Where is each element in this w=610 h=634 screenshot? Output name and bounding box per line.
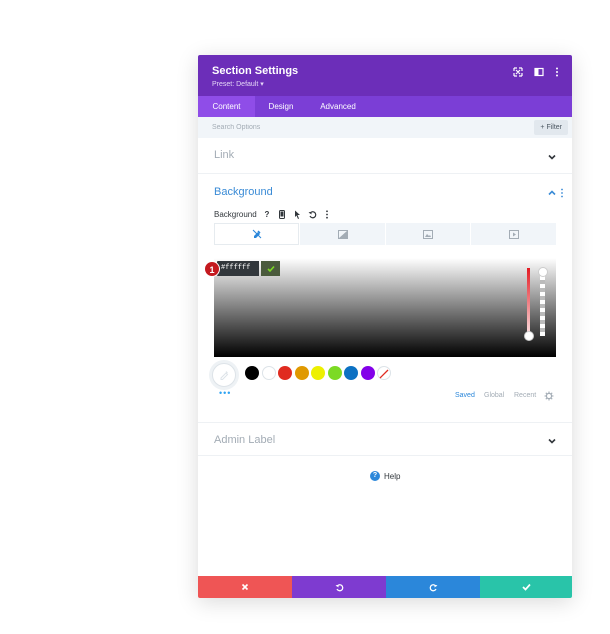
more-options-icon[interactable] <box>322 209 332 219</box>
no-color-icon <box>379 369 389 379</box>
background-toggle[interactable]: Background <box>198 174 572 200</box>
check-icon <box>266 265 275 272</box>
undo-button[interactable] <box>292 576 386 598</box>
gradient-icon <box>337 229 348 239</box>
tab-content[interactable]: Content <box>198 96 255 117</box>
preset-selector[interactable]: Preset: Default ▾ <box>212 80 264 88</box>
palette-tab-saved[interactable]: Saved <box>455 392 475 399</box>
current-color-swatch[interactable] <box>212 363 236 387</box>
help-link[interactable]: ? Help <box>370 471 400 481</box>
image-icon <box>423 229 433 239</box>
opacity-slider[interactable] <box>540 268 545 336</box>
color-swatch[interactable] <box>245 366 259 380</box>
bg-tab-video[interactable] <box>471 223 556 245</box>
cancel-button[interactable] <box>198 576 292 598</box>
redo-icon <box>429 583 437 591</box>
bg-tab-color[interactable] <box>214 223 299 245</box>
chevron-up-icon <box>548 190 556 196</box>
background-field-label: Background <box>214 210 257 219</box>
color-swatch[interactable] <box>311 366 325 380</box>
check-icon <box>521 583 531 591</box>
hex-color-input[interactable] <box>217 261 259 276</box>
section-settings-modal: Section Settings Preset: Default ▾ Conte… <box>198 55 572 598</box>
step-badge: 1 <box>204 261 220 277</box>
more-swatches-button[interactable]: ••• <box>219 388 231 398</box>
gear-icon[interactable] <box>544 391 554 401</box>
toggle-title-admin-label: Admin Label <box>214 434 276 446</box>
opacity-slider-handle[interactable] <box>538 267 548 277</box>
color-icon <box>252 229 261 239</box>
color-swatch[interactable] <box>360 366 375 380</box>
undo-icon <box>335 583 343 591</box>
help-label: Help <box>384 471 401 481</box>
color-swatch[interactable] <box>344 366 358 380</box>
settings-tabs: Content Design Advanced <box>198 96 572 117</box>
search-input[interactable] <box>212 121 512 134</box>
filter-button[interactable]: + Filter <box>534 120 568 135</box>
bg-tab-gradient[interactable] <box>300 223 385 245</box>
palette-tab-recent[interactable]: Recent <box>514 392 536 399</box>
help-circle-icon: ? <box>370 471 380 481</box>
color-swatch[interactable] <box>261 366 276 380</box>
modal-title: Section Settings <box>212 65 299 77</box>
pointer-icon[interactable] <box>292 209 302 219</box>
toggle-title-background: Background <box>214 186 273 198</box>
save-button[interactable] <box>480 576 572 598</box>
tab-design[interactable]: Design <box>255 96 307 117</box>
palette-tab-global[interactable]: Global <box>484 392 504 399</box>
chevron-down-icon <box>548 154 556 160</box>
hue-slider[interactable] <box>527 268 530 336</box>
toggle-title-link: Link <box>214 149 235 161</box>
bg-tab-image[interactable] <box>386 223 470 245</box>
background-type-tabs <box>214 223 556 245</box>
close-icon <box>241 583 249 591</box>
eyedropper-icon <box>220 371 229 380</box>
expand-icon[interactable] <box>511 65 525 79</box>
swatch-clear[interactable] <box>377 366 391 380</box>
reset-icon[interactable] <box>307 209 317 219</box>
more-icon[interactable] <box>560 188 564 198</box>
modal-header: Section Settings Preset: Default ▾ <box>198 55 572 96</box>
search-bar: + Filter <box>198 117 572 138</box>
apply-color-button[interactable] <box>261 261 280 276</box>
link-toggle[interactable]: Link <box>198 138 572 174</box>
video-icon <box>508 229 519 239</box>
chevron-down-icon <box>548 438 556 444</box>
color-swatch[interactable] <box>327 366 342 380</box>
redo-button[interactable] <box>386 576 480 598</box>
color-swatch[interactable] <box>294 366 309 380</box>
mobile-icon[interactable] <box>277 209 287 219</box>
tab-advanced[interactable]: Advanced <box>307 96 369 117</box>
hue-slider-handle[interactable] <box>524 331 534 341</box>
more-icon[interactable] <box>550 65 564 79</box>
sidebar-icon[interactable] <box>532 65 546 79</box>
help-icon[interactable]: ? <box>262 209 272 219</box>
color-swatch[interactable] <box>278 366 292 380</box>
admin-label-toggle[interactable]: Admin Label <box>198 422 572 456</box>
